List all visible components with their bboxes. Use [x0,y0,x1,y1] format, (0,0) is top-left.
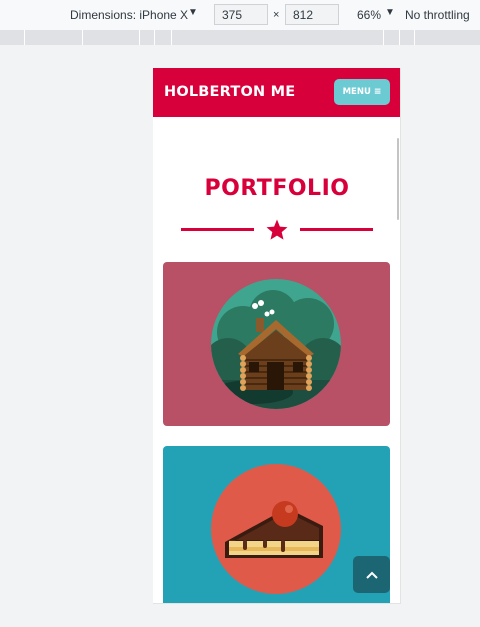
times-symbol: × [273,9,280,21]
portfolio-item-cabin[interactable] [163,262,390,426]
devtools-toolbar: Dimensions: iPhone X ▼ × 66% ▼ No thrott… [0,0,480,30]
viewport-height-input[interactable] [285,4,339,25]
device-viewport: HOLBERTON ME MENU ≡ PORTFOLIO [153,68,401,604]
chevron-up-icon [365,571,378,579]
brand-logo[interactable]: HOLBERTON ME [164,84,295,100]
menu-label: MENU [342,87,371,97]
star-icon [266,219,288,240]
ruler-divider [24,30,25,45]
throttling-select[interactable]: No throttling [405,8,470,22]
ruler-divider [399,30,400,45]
cabin-illustration [211,279,341,409]
dropdown-arrow-icon[interactable]: ▼ [385,7,395,18]
ruler-divider [383,30,384,45]
ruler-divider [414,30,415,45]
navbar: HOLBERTON ME MENU ≡ [153,68,400,117]
divider-line [181,228,254,231]
back-to-top-button[interactable] [353,556,390,593]
media-query-ruler[interactable] [0,30,480,45]
viewport-width-input[interactable] [214,4,268,25]
ruler-divider [139,30,140,45]
divider-line [300,228,373,231]
ruler-divider [82,30,83,45]
ruler-divider [154,30,155,45]
zoom-select[interactable]: 66% [357,8,381,22]
menu-button[interactable]: MENU ≡ [334,79,390,105]
section-title: PORTFOLIO [204,176,350,201]
dropdown-arrow-icon[interactable]: ▼ [188,7,198,18]
bars-icon: ≡ [373,87,382,97]
ruler-divider [171,30,172,45]
device-dimensions-select[interactable]: Dimensions: iPhone X [70,8,188,22]
